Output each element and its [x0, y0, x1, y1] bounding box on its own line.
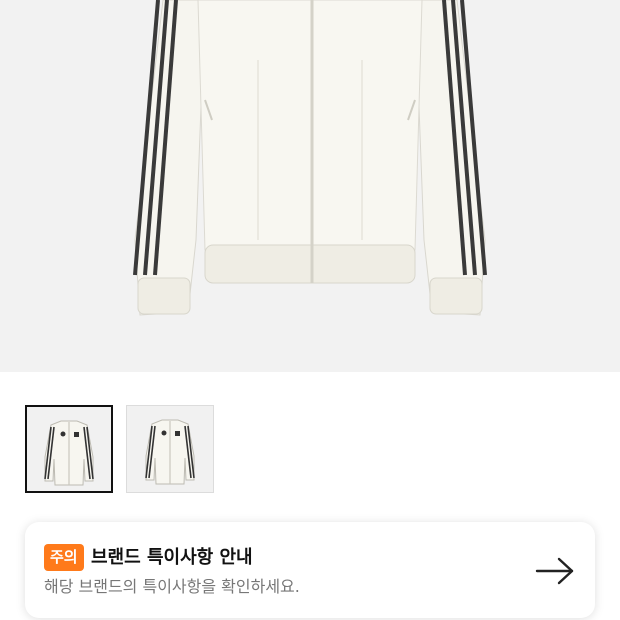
notice-title: 브랜드 특이사항 안내 — [91, 547, 253, 568]
caution-badge: 주의 — [44, 544, 84, 571]
white-track-jacket-image — [133, 0, 487, 316]
notice-subtitle: 해당 브랜드의 특이사항을 확인하세요. — [44, 577, 300, 596]
thumbnail-2[interactable] — [126, 405, 214, 493]
arrow-right-icon[interactable] — [535, 556, 575, 586]
product-image[interactable] — [0, 0, 620, 372]
thumbnail-1[interactable] — [25, 405, 113, 493]
brand-notice-card[interactable]: 주의 브랜드 특이사항 안내 해당 브랜드의 특이사항을 확인하세요. — [25, 522, 595, 618]
jacket-thumbnail-icon — [44, 420, 94, 486]
jacket-thumbnail-icon — [145, 419, 195, 485]
